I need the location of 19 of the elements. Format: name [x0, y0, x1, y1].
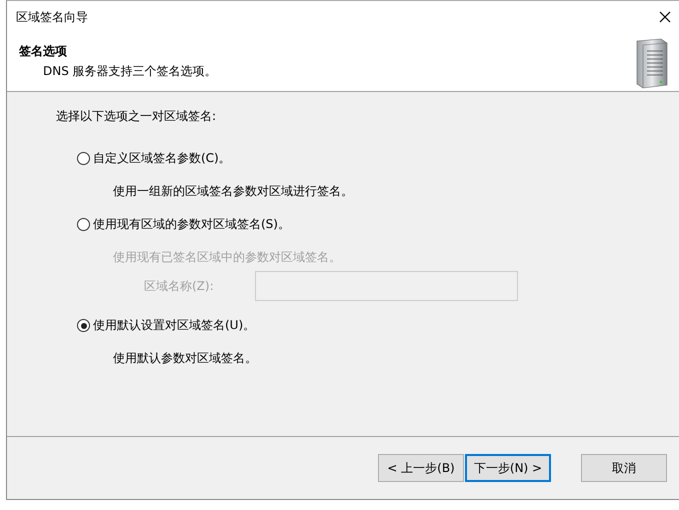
radio-option[interactable]: 使用默认设置对区域签名(U)。 — [77, 317, 256, 334]
window-title: 区域签名向导 — [16, 8, 88, 26]
zone-name-field[interactable] — [255, 271, 518, 301]
radio-button[interactable] — [77, 319, 90, 332]
radio-button[interactable] — [77, 218, 90, 231]
dialog-button[interactable]: 下一步(N) > — [465, 454, 551, 482]
page-subtitle: DNS 服务器支持三个签名选项。 — [42, 63, 217, 80]
dialog-button[interactable]: < 上一步(B) — [378, 454, 464, 482]
dialog-button[interactable]: 取消 — [581, 454, 667, 482]
instruction-text: 选择以下选项之一对区域签名: — [56, 108, 218, 125]
close-icon[interactable] — [659, 11, 671, 23]
radio-option[interactable]: 使用现有区域的参数对区域签名(S)。 — [77, 216, 290, 233]
page-title: 签名选项 — [19, 43, 68, 60]
option-description: 使用现有已签名区域中的参数对区域签名。 — [113, 249, 341, 266]
field-label: 区域名称(Z): — [144, 278, 215, 294]
radio-button[interactable] — [77, 152, 90, 165]
option-description: 使用默认参数对区域签名。 — [113, 350, 257, 367]
option-description: 使用一组新的区域签名参数对区域进行签名。 — [113, 183, 353, 200]
radio-option[interactable]: 自定义区域签名参数(C)。 — [77, 150, 231, 167]
